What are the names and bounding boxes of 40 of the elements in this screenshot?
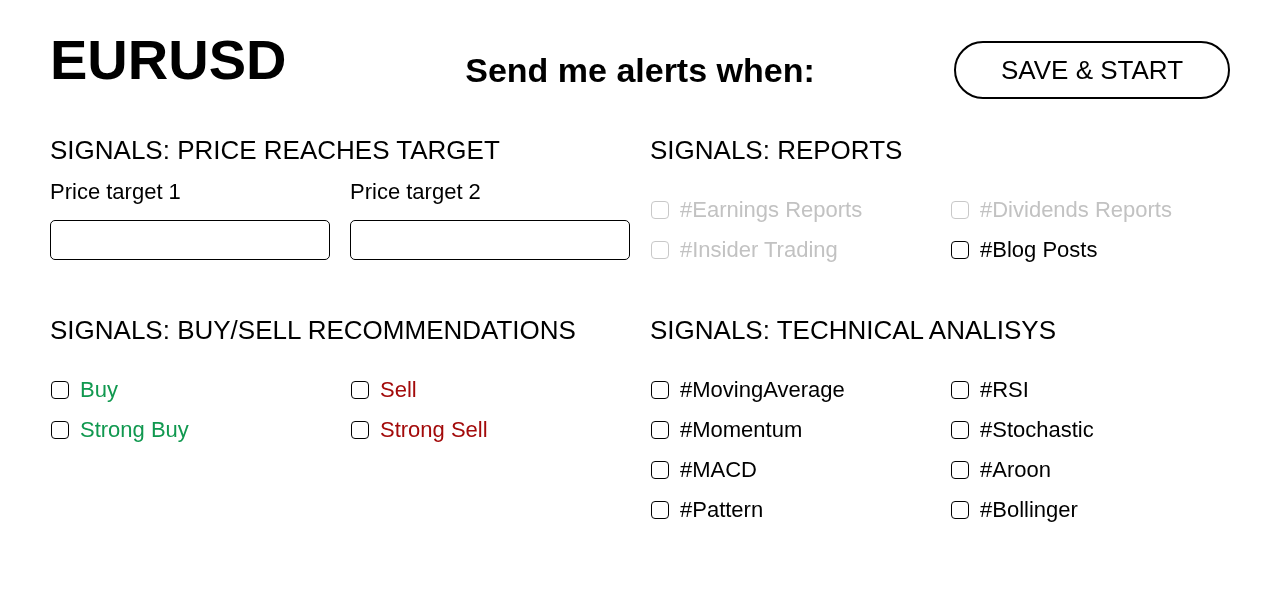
section-heading: SIGNALS: BUY/SELL RECOMMENDATIONS <box>50 315 576 345</box>
checkbox[interactable] <box>951 241 969 259</box>
section-heading: SIGNALS: REPORTS <box>650 135 903 165</box>
option-label[interactable]: Strong Sell <box>380 417 488 443</box>
alert-prompt: Send me alerts when: <box>465 50 815 90</box>
option-label[interactable]: #Aroon <box>980 457 1051 483</box>
option-label: #Insider Trading <box>680 237 838 263</box>
checkbox[interactable] <box>651 381 669 399</box>
checkbox[interactable] <box>351 381 369 399</box>
symbol-title: EURUSD <box>50 32 287 88</box>
option-label[interactable]: #MovingAverage <box>680 377 845 403</box>
option-label[interactable]: Strong Buy <box>80 417 189 443</box>
option-label[interactable]: Sell <box>380 377 417 403</box>
option-label[interactable]: #Pattern <box>680 497 764 523</box>
field-label: Price target 2 <box>350 179 481 205</box>
option-label: #Dividends Reports <box>980 197 1172 223</box>
checkbox[interactable] <box>51 381 69 399</box>
option-label[interactable]: #Momentum <box>680 417 803 443</box>
checkbox[interactable] <box>951 381 969 399</box>
option-label[interactable]: #Blog Posts <box>980 237 1098 263</box>
checkbox[interactable] <box>951 421 969 439</box>
field-label: Price target 1 <box>50 179 181 205</box>
section-heading: SIGNALS: TECHNICAL ANALISYS <box>650 315 1057 345</box>
option-label: #Earnings Reports <box>680 197 863 223</box>
save-start-button[interactable]: SAVE & START <box>954 41 1230 99</box>
section-heading: SIGNALS: PRICE REACHES TARGET <box>50 135 500 165</box>
price-target-field[interactable] <box>350 220 630 260</box>
checkbox[interactable] <box>51 421 69 439</box>
price-target-field[interactable] <box>50 220 330 260</box>
checkbox[interactable] <box>351 421 369 439</box>
option-label[interactable]: #Bollinger <box>980 497 1078 523</box>
checkbox[interactable] <box>651 501 669 519</box>
option-label[interactable]: #MACD <box>680 457 757 483</box>
checkbox[interactable] <box>651 461 669 479</box>
option-label[interactable]: Buy <box>80 377 118 403</box>
option-label[interactable]: #RSI <box>980 377 1029 403</box>
option-label[interactable]: #Stochastic <box>980 417 1094 443</box>
checkbox[interactable] <box>951 461 969 479</box>
checkbox[interactable] <box>951 501 969 519</box>
checkbox[interactable] <box>651 421 669 439</box>
